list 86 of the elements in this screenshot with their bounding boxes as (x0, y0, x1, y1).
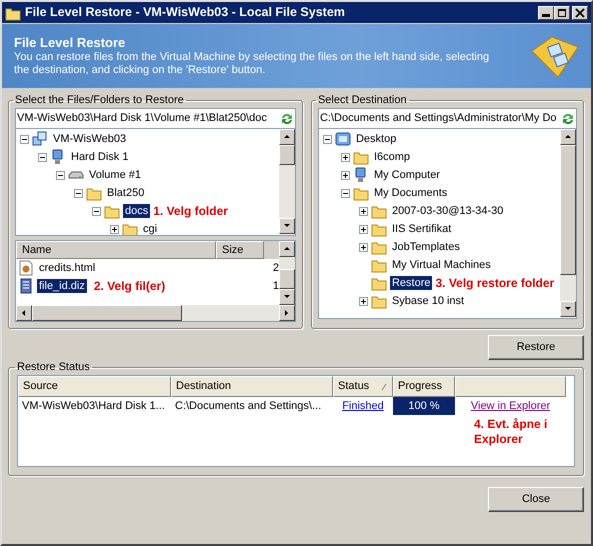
tree-item[interactable]: Desktop (354, 132, 398, 146)
tree-item[interactable]: Sybase 10 inst (390, 294, 466, 308)
vertical-scrollbar[interactable] (278, 241, 295, 305)
status-link[interactable]: Finished (342, 400, 384, 412)
expand-toggle[interactable] (358, 296, 368, 306)
window-title: File Level Restore - VM-WisWeb03 - Local File System (25, 4, 346, 22)
restore-button[interactable]: Restore (488, 335, 584, 360)
banner-title: File Level Restore (14, 35, 126, 51)
column-header[interactable]: Status (333, 376, 393, 397)
expand-toggle[interactable] (358, 206, 368, 216)
expand-toggle[interactable] (340, 188, 350, 198)
sort-icon (380, 382, 388, 390)
file-name[interactable]: credits.html (37, 261, 98, 275)
tree-item[interactable]: IIS Sertifikat (390, 222, 454, 236)
expand-toggle[interactable] (74, 188, 83, 198)
vertical-scrollbar[interactable] (560, 129, 576, 317)
column-header[interactable]: Destination (171, 376, 333, 397)
explorer-link[interactable]: View in Explorer (470, 400, 550, 412)
close-button[interactable] (572, 6, 588, 20)
column-header[interactable]: Size (216, 241, 264, 259)
tree-item[interactable]: My Computer (372, 168, 442, 182)
close-icon (575, 8, 585, 18)
plus-icon (360, 208, 367, 214)
tree-item[interactable]: Hard Disk 1 (69, 150, 130, 164)
expand-toggle[interactable] (38, 152, 47, 162)
tree-item[interactable]: Restore (390, 276, 432, 290)
plus-icon (342, 172, 349, 178)
horizontal-scrollbar[interactable] (16, 305, 295, 321)
group-label: Restore Status (16, 361, 91, 373)
group-label: Select the Files/Folders to Restore (14, 94, 185, 106)
expand-toggle[interactable] (340, 152, 350, 162)
tree-item[interactable]: My Documents (372, 186, 450, 200)
tree-item[interactable]: docs (123, 204, 150, 218)
maximize-button[interactable] (554, 6, 570, 20)
annotation: 4. Evt. åpne i Explorer (474, 417, 548, 447)
path-field[interactable]: VM-WisWeb03\Hard Disk 1\Volume #1\Blat250\doc (15, 108, 296, 129)
minimize-icon (542, 14, 550, 17)
column-header[interactable] (455, 376, 566, 397)
vertical-scrollbar[interactable] (278, 129, 295, 234)
text-file-icon (18, 278, 34, 294)
progress-text: 100 % (407, 399, 441, 414)
tree-item[interactable]: JobTemplates (390, 240, 462, 254)
web-file-icon (18, 260, 34, 276)
column-header[interactable]: Name (16, 241, 216, 259)
group-label: Select Destination (316, 94, 408, 106)
annotation: 2. Velg fil(er) (94, 278, 166, 293)
column-header[interactable]: Source (18, 376, 171, 397)
expand-toggle[interactable] (92, 206, 101, 216)
path-field[interactable]: C:\Documents and Settings\Administrator\My Do (318, 108, 577, 129)
network-icon (32, 131, 48, 147)
scroll-thumb[interactable] (560, 145, 576, 275)
tree-item[interactable]: My Virtual Machines (390, 258, 493, 272)
tree-item[interactable]: Blat250 (105, 186, 146, 200)
plus-icon (342, 154, 349, 160)
plus-icon (360, 298, 367, 304)
annotation: 1. Velg folder (153, 203, 228, 220)
expand-toggle[interactable] (358, 224, 368, 234)
tree-item[interactable]: cgi (141, 222, 160, 235)
expand-toggle[interactable] (56, 170, 65, 180)
table-cell-text: C:\Documents and Settings\... (174, 398, 322, 414)
banner-description: You can restore files from the Virtual Machine by selecting the files on the left hand side, selecting the destination, and clicking on the 'Restore' button. (14, 51, 490, 77)
expand-toggle[interactable] (358, 242, 368, 252)
expand-toggle[interactable] (110, 224, 119, 234)
expand-toggle[interactable] (340, 170, 350, 180)
tree-item[interactable]: VM-WisWeb03 (51, 132, 128, 146)
minimize-button[interactable] (538, 6, 554, 20)
file-size: 2 (272, 260, 279, 276)
tree-item[interactable]: 2007-03-30@13-34-30 (390, 204, 506, 218)
file-size: 1 (272, 278, 279, 294)
scroll-thumb[interactable] (32, 305, 182, 321)
tree-item[interactable]: Volume #1 (87, 168, 143, 182)
desktop-icon (334, 131, 351, 147)
column-header[interactable]: Progress (393, 376, 455, 397)
scroll-thumb[interactable] (278, 269, 295, 289)
file-name[interactable]: file_id.diz (37, 279, 87, 293)
plus-icon (360, 226, 367, 232)
close-button[interactable]: Close (488, 487, 584, 512)
maximize-icon (557, 8, 567, 18)
table-cell-text: VM-WisWeb03\Hard Disk 1... (21, 398, 166, 414)
scroll-thumb[interactable] (278, 145, 295, 165)
plus-icon (111, 226, 118, 232)
expand-toggle[interactable] (322, 134, 332, 144)
expand-toggle[interactable] (20, 134, 29, 144)
plus-icon (360, 244, 367, 250)
tree-item[interactable]: I6comp (372, 150, 412, 164)
annotation: 3. Velg restore folder (435, 275, 554, 292)
